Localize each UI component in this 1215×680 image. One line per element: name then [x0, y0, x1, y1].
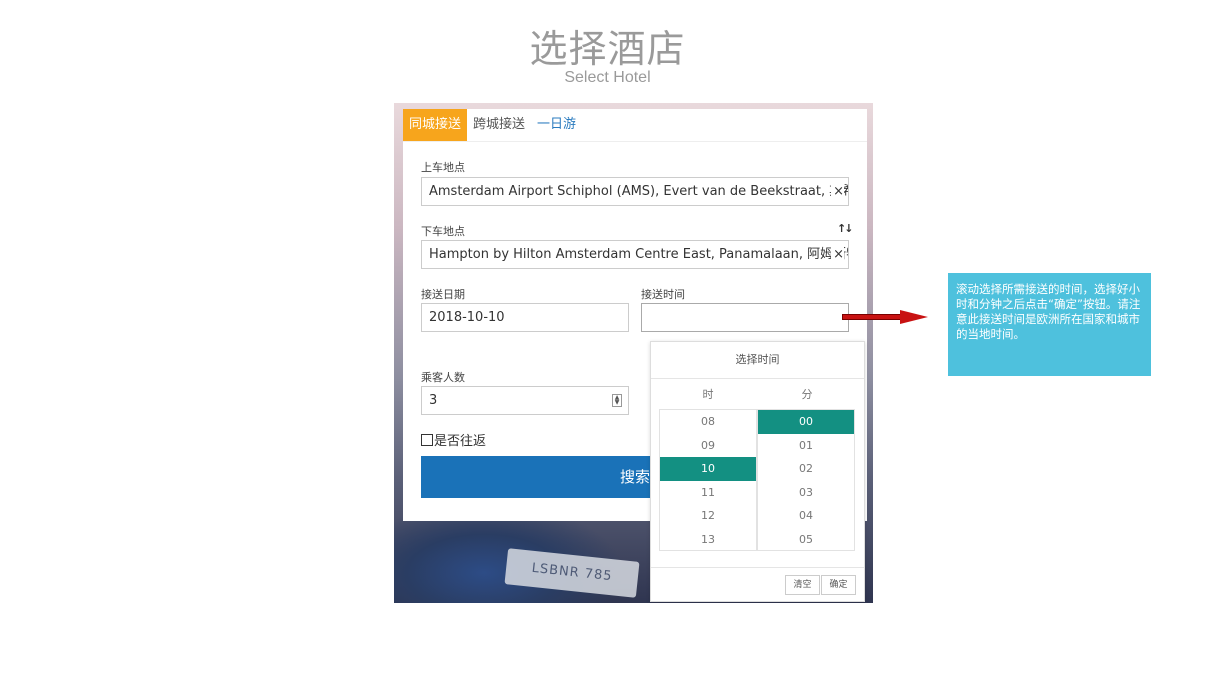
- hour-column-header: 时: [702, 388, 714, 401]
- tab-same-city[interactable]: 同城接送: [403, 109, 468, 141]
- annotation-callout: 滚动选择所需接送的时间，选择好小时和分钟之后点击“确定”按钮。请注意此接送时间是…: [948, 273, 1151, 376]
- tab-day-tour[interactable]: 一日游: [531, 109, 582, 141]
- minute-option[interactable]: 03: [758, 481, 854, 505]
- hour-option[interactable]: 10: [660, 457, 756, 481]
- hour-option[interactable]: 09: [660, 434, 756, 458]
- service-tabs: 同城接送 跨城接送 一日游: [403, 109, 582, 141]
- clear-time-button[interactable]: 清空: [785, 575, 820, 595]
- slide-title: 选择酒店: [529, 27, 686, 71]
- dropoff-input[interactable]: Hampton by Hilton Amsterdam Centre East,…: [421, 240, 849, 269]
- passengers-value: 3: [429, 393, 438, 408]
- pointer-arrow-icon: [900, 310, 928, 324]
- pickup-input[interactable]: Amsterdam Airport Schiphol (AMS), Evert …: [421, 177, 849, 206]
- tab-cross-city[interactable]: 跨城接送: [467, 109, 531, 141]
- dropoff-clear-icon[interactable]: ×: [831, 241, 844, 268]
- minute-option[interactable]: 04: [758, 504, 854, 528]
- hour-option[interactable]: 12: [660, 504, 756, 528]
- pickup-clear-icon[interactable]: ×: [831, 178, 844, 205]
- slide-subtitle: Select Hotel: [564, 69, 651, 86]
- pointer-arrow-shaft: [842, 314, 902, 320]
- hour-option[interactable]: 13: [660, 528, 756, 552]
- roundtrip-checkbox[interactable]: [421, 434, 433, 446]
- swap-arrows-icon[interactable]: ↑↓: [837, 222, 854, 235]
- minute-column[interactable]: 00 01 02 03 04 05: [757, 409, 855, 551]
- time-picker-dropdown: 选择时间 时 分 08 09 10 11 12 13 00 01 02 03 04 05 清空 确定: [650, 341, 865, 602]
- roundtrip-label: 是否往返: [434, 434, 487, 449]
- date-label: 接送日期: [421, 288, 465, 301]
- booking-panel: 同城接送 跨城接送 一日游 上车地点 Amsterdam Airport Sch…: [403, 109, 867, 602]
- dropoff-value: Hampton by Hilton Amsterdam Centre East,…: [429, 247, 848, 262]
- date-input[interactable]: 2018-10-10: [421, 303, 629, 332]
- minute-option[interactable]: 02: [758, 457, 854, 481]
- passengers-stepper[interactable]: 3 ▲ ▼: [421, 386, 629, 415]
- picker-footer-divider: [651, 567, 864, 568]
- time-label: 接送时间: [641, 288, 685, 301]
- roundtrip-checkbox-row[interactable]: 是否往返: [421, 430, 486, 449]
- dropoff-label: 下车地点: [421, 225, 465, 238]
- minute-option[interactable]: 05: [758, 528, 854, 552]
- booking-screenshot: LSBNR 785 同城接送 跨城接送 一日游 上车地点 Amsterdam A…: [394, 103, 873, 603]
- pickup-value: Amsterdam Airport Schiphol (AMS), Evert …: [429, 184, 849, 199]
- hour-option[interactable]: 08: [660, 410, 756, 434]
- minute-option[interactable]: 00: [758, 410, 854, 434]
- pickup-label: 上车地点: [421, 161, 465, 174]
- time-input[interactable]: [641, 303, 849, 332]
- background-car-plate: LSBNR 785: [504, 548, 640, 598]
- tabs-divider: [403, 141, 867, 142]
- confirm-time-button[interactable]: 确定: [821, 575, 856, 595]
- hour-option[interactable]: 11: [660, 481, 756, 505]
- hour-column[interactable]: 08 09 10 11 12 13: [659, 409, 757, 551]
- minute-option[interactable]: 01: [758, 434, 854, 458]
- minute-column-header: 分: [801, 388, 813, 401]
- passengers-label: 乘客人数: [421, 371, 465, 384]
- stepper-arrows-icon[interactable]: ▲ ▼: [612, 394, 622, 407]
- time-picker-title: 选择时间: [651, 342, 864, 379]
